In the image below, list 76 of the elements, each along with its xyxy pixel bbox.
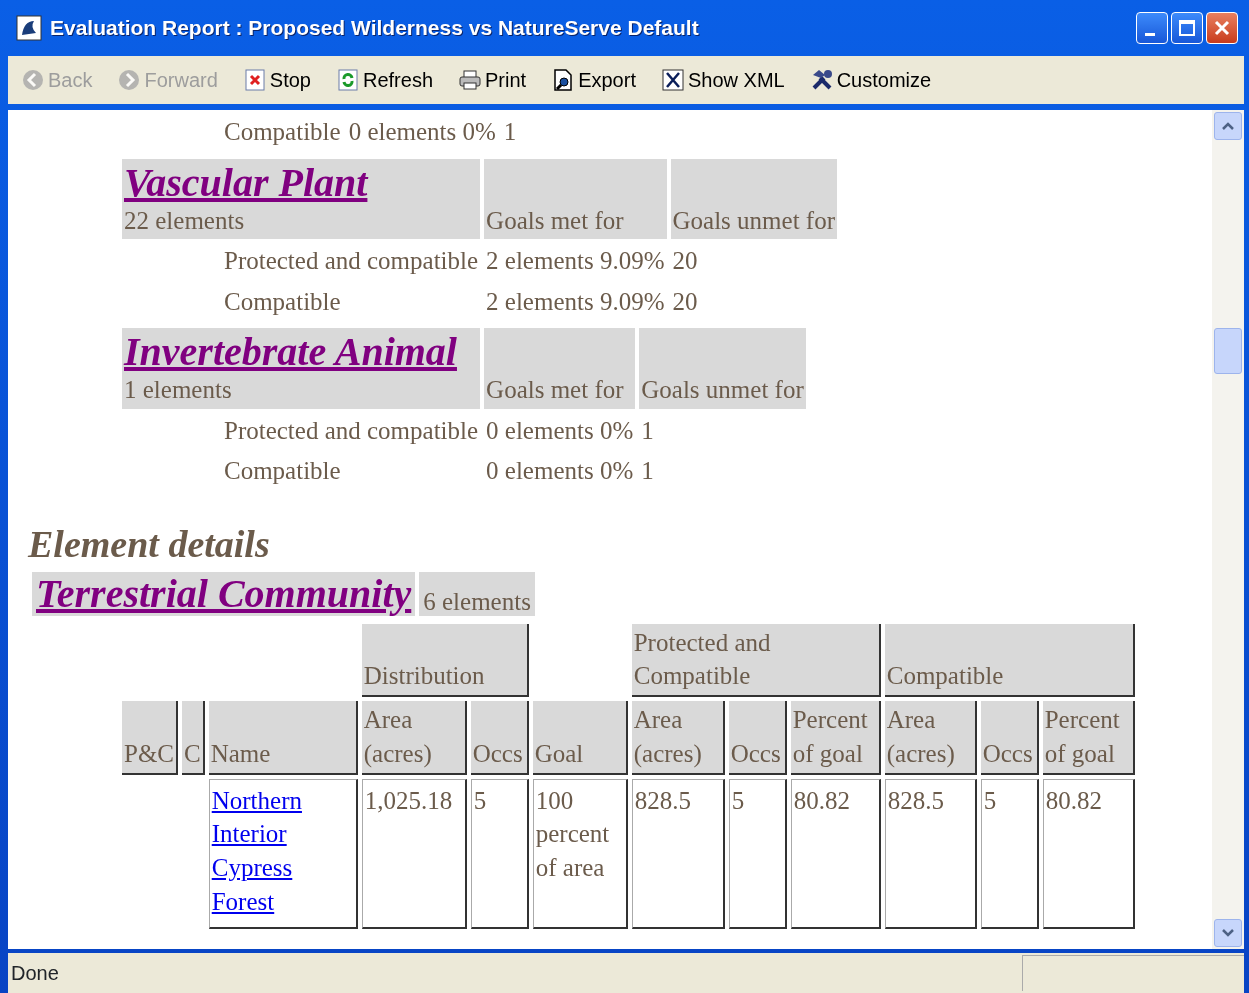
row-label: Compatible: [223, 117, 342, 147]
row-label: Protected and compatible: [223, 246, 480, 276]
column-header: C: [182, 701, 205, 775]
column-group-header: Compatible: [884, 623, 1135, 697]
tools-icon: [810, 69, 833, 91]
column-header: Area (acres): [884, 701, 977, 775]
column-header: Name: [208, 701, 358, 775]
printer-icon: [459, 69, 481, 91]
goals-unmet-value: 1: [640, 415, 655, 446]
group-title-link[interactable]: Invertebrate Animal: [124, 330, 457, 374]
goals-unmet-value: 1: [640, 456, 655, 486]
goals-met-value: 2 elements 9.09%: [485, 286, 666, 317]
table-cell: 5: [980, 778, 1039, 929]
minimize-icon: [1145, 32, 1155, 36]
section-heading: Element details: [28, 521, 271, 566]
app-icon: [16, 15, 42, 41]
column-header: Area (acres): [361, 701, 467, 775]
up-chevron-icon: [1221, 121, 1235, 131]
column-header: Percent of goal: [1042, 701, 1135, 775]
goals-unmet-value: 20: [671, 286, 699, 317]
goals-met-value: 2 elements 9.09%: [485, 246, 666, 276]
table-cell: 828.5: [631, 778, 725, 929]
goals-met-value: 0 elements 0%: [485, 415, 635, 446]
maximize-icon: [1178, 19, 1196, 37]
refresh-icon: [337, 69, 359, 91]
element-count: 6 elements: [419, 571, 535, 616]
status-text: Done: [11, 961, 59, 985]
goals-unmet-value: 20: [671, 246, 699, 276]
table-cell: 100 percent of area: [532, 778, 628, 929]
group-title-link[interactable]: Vascular Plant: [124, 160, 368, 205]
table-cell: 80.82: [1042, 778, 1135, 929]
column-header: Occs: [980, 701, 1039, 775]
column-header: Goals unmet for: [639, 328, 806, 409]
table-cell: 5: [728, 778, 787, 929]
scroll-up-button[interactable]: [1214, 112, 1242, 140]
column-header: Percent of goal: [790, 701, 881, 775]
stop-icon: [243, 69, 266, 91]
toolbar-button[interactable]: Stop: [243, 66, 311, 94]
column-header: Area (acres): [631, 701, 725, 775]
column-group-header: Distribution: [361, 623, 529, 697]
element-count: 1 elements: [124, 375, 233, 405]
document-search-icon: [552, 69, 575, 91]
scroll-down-button[interactable]: [1214, 919, 1242, 947]
row-label: Compatible: [223, 456, 342, 486]
column-header: Goals met for: [484, 328, 636, 409]
minimize-button[interactable]: [1136, 12, 1168, 44]
table-cell: 828.5: [884, 778, 977, 929]
toolbar-button[interactable]: Refresh: [337, 66, 433, 94]
down-chevron-icon: [1221, 928, 1235, 938]
column-header: P&C: [122, 701, 179, 775]
row-label: Protected and compatible: [223, 415, 480, 446]
maximize-button[interactable]: [1171, 12, 1203, 44]
goals-met-value: 0 elements 0%: [485, 456, 635, 486]
category-title-link[interactable]: Terrestrial Community: [36, 571, 412, 616]
goals-unmet-value: 1: [502, 117, 518, 147]
row-label: Compatible: [223, 286, 342, 317]
column-group-header: Protected and Compatible: [631, 623, 881, 697]
column-header: Goals met for: [484, 158, 667, 239]
toolbar-button[interactable]: Show XML: [661, 66, 785, 94]
table-cell: 1,025.18: [361, 778, 467, 929]
column-header: Goals unmet for: [670, 158, 837, 239]
close-icon: [1213, 19, 1231, 37]
column-header: Occs: [728, 701, 787, 775]
toolbar-button[interactable]: Print: [459, 66, 527, 94]
x-box-icon: [661, 69, 684, 91]
table-cell: 5: [470, 778, 529, 929]
window-title: Evaluation Report : Proposed Wilderness vs NatureServe Default: [50, 16, 699, 40]
scrollbar-thumb[interactable]: [1214, 328, 1242, 374]
column-header: Occs: [470, 701, 529, 775]
toolbar-button[interactable]: Export: [552, 66, 636, 94]
table-cell: 80.82: [790, 778, 881, 929]
toolbar-button[interactable]: Customize: [810, 66, 932, 94]
close-button[interactable]: [1206, 12, 1238, 44]
column-header: Goal: [532, 701, 628, 775]
goals-met-value: 0 elements 0%: [347, 117, 497, 147]
element-count: 22 elements: [124, 205, 246, 236]
